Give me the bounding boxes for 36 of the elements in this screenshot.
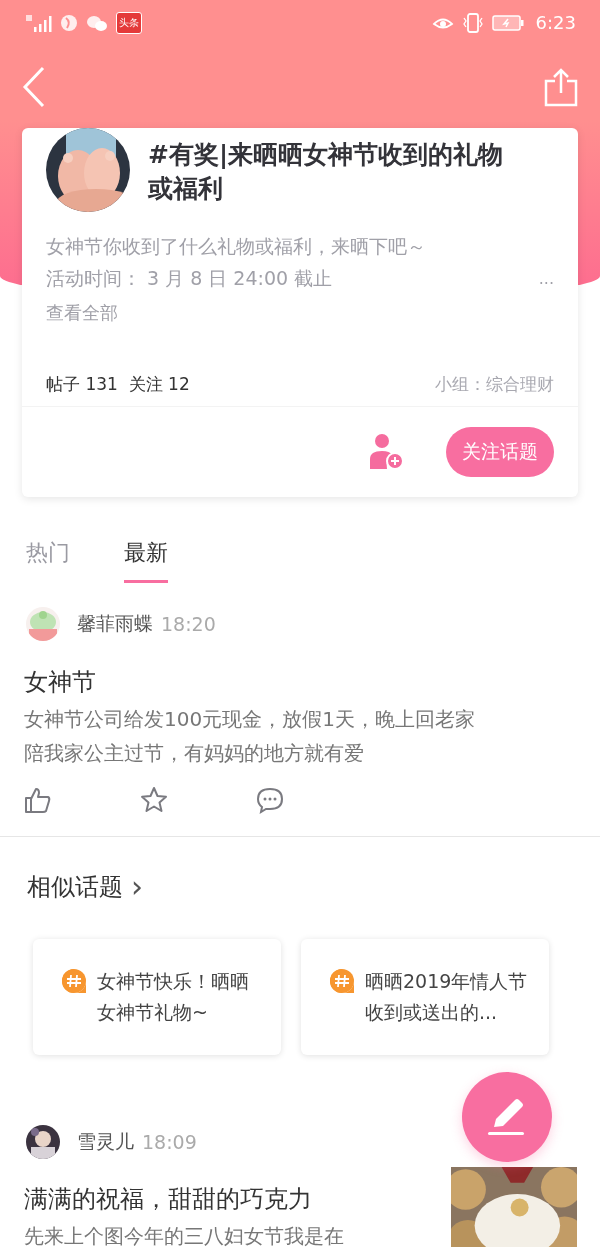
chat-icon xyxy=(86,13,108,32)
battery-icon xyxy=(491,14,524,31)
signal-icon xyxy=(26,12,52,33)
post-body: 女神节公司给发100元现金，放假1天，晚上回老家陪我家公主过节，有妈妈的地方就有爱 xyxy=(24,706,476,767)
topic-title: 女神节快乐！晒晒女神节礼物~ xyxy=(97,969,250,1025)
globe-icon xyxy=(60,13,78,32)
topic-stats: 帖子 131 关注 12 xyxy=(46,372,190,396)
clock: 6:23 xyxy=(535,12,576,33)
author-name[interactable]: 雪灵儿 xyxy=(77,1129,134,1155)
comment-icon[interactable] xyxy=(256,786,284,814)
post-title[interactable]: 满满的祝福，甜甜的巧克力 xyxy=(24,1183,426,1215)
app-badge: 头条 xyxy=(116,11,142,34)
topic-title: 晒晒2019年情人节收到或送出的... xyxy=(365,969,529,1025)
topic-description: 女神节你收到了什么礼物或福利，来晒下吧～ xyxy=(46,234,426,259)
author-name[interactable]: 馨菲雨蝶 xyxy=(77,611,153,637)
topic-title: #有奖|来晒晒女神节收到的礼物或福利 xyxy=(148,139,505,205)
group-label: 小组：综合理财 xyxy=(435,372,554,396)
share-icon[interactable] xyxy=(544,66,578,107)
topic-card[interactable]: 晒晒2019年情人节收到或送出的... xyxy=(301,939,549,1055)
back-icon[interactable] xyxy=(22,65,46,108)
like-icon[interactable] xyxy=(24,786,52,814)
post-time: 18:20 xyxy=(161,613,216,635)
compose-button[interactable] xyxy=(462,1072,552,1162)
hash-icon xyxy=(329,968,355,994)
post-body: 先来上个图今年的三八妇女节我是在 xyxy=(24,1223,345,1247)
vibrate-icon xyxy=(461,12,484,33)
tab[interactable]: 最新 xyxy=(124,538,168,583)
post-title[interactable]: 女神节 xyxy=(24,666,576,698)
star-icon[interactable] xyxy=(140,786,168,814)
topic-description: 活动时间： 3 月 8 日 24:00 截止 xyxy=(46,266,334,291)
add-user-icon[interactable] xyxy=(368,433,404,471)
hash-icon xyxy=(61,968,87,994)
topic-card[interactable]: 女神节快乐！晒晒女神节礼物~ xyxy=(33,939,281,1055)
post-time: 18:09 xyxy=(142,1131,197,1153)
section-heading[interactable]: 相似话题 xyxy=(27,871,123,903)
chevron-icon[interactable]: › xyxy=(131,873,143,901)
